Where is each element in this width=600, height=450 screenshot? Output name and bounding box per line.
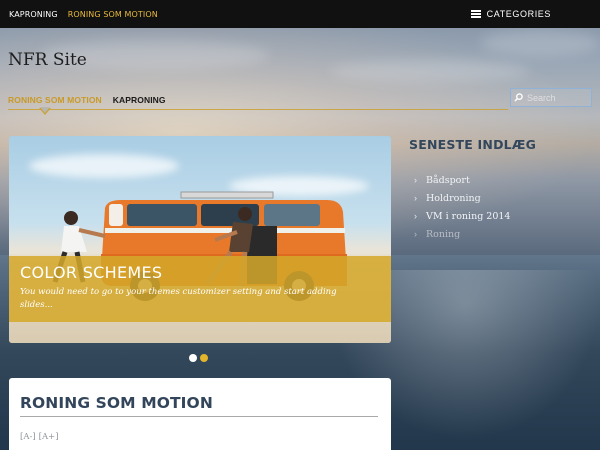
recent-post-item[interactable]: › Bådsport — [414, 171, 510, 189]
page-title: RONING SOM MOTION — [20, 394, 213, 412]
chevron-right-icon: › — [414, 211, 417, 221]
content-card: RONING SOM MOTION [A-] [A+] — [9, 378, 391, 450]
recent-post-link[interactable]: Bådsport — [426, 175, 470, 186]
search-box[interactable] — [510, 88, 592, 107]
chevron-right-icon: › — [414, 175, 417, 185]
slider-dot-2[interactable] — [200, 354, 208, 362]
chevron-right-icon: › — [414, 193, 417, 203]
recent-post-item[interactable]: › VM i roning 2014 — [414, 207, 510, 225]
recent-post-item[interactable]: › Holdroning — [414, 189, 510, 207]
title-divider — [20, 416, 378, 417]
recent-post-link[interactable]: Roning — [426, 229, 460, 240]
top-nav-item-kaproning[interactable]: KAPRONING — [9, 10, 58, 19]
background-cloud — [330, 60, 530, 82]
hamburger-menu-icon — [470, 10, 481, 18]
recent-posts-list: › Bådsport › Holdroning › VM i roning 20… — [414, 171, 510, 243]
active-nav-indicator — [39, 107, 51, 115]
site-title[interactable]: NFR Site — [8, 50, 87, 70]
search-icon — [514, 93, 523, 102]
font-size-controls: [A-] [A+] — [20, 432, 380, 442]
categories-label: CATEGORIES — [486, 9, 551, 19]
slide-title[interactable]: COLOR SCHEMES — [20, 263, 380, 282]
recent-post-link[interactable]: Holdroning — [426, 193, 481, 204]
secondary-navigation: RONING SOM MOTION KAPRONING — [8, 95, 166, 105]
recent-posts-title: SENESTE INDLÆG — [409, 137, 537, 152]
recent-post-link[interactable]: VM i roning 2014 — [426, 211, 510, 222]
top-navigation: KAPRONING RONING SOM MOTION — [9, 10, 158, 19]
background-cloud — [480, 30, 600, 56]
top-nav-item-roning-som-motion[interactable]: RONING SOM MOTION — [68, 10, 158, 19]
slider-dot-1[interactable] — [189, 354, 197, 362]
font-decrease-button[interactable]: [A-] — [20, 432, 36, 442]
navigation-divider — [8, 109, 508, 110]
categories-button[interactable]: CATEGORIES — [470, 9, 591, 19]
font-increase-button[interactable]: [A+] — [39, 432, 59, 442]
top-bar: KAPRONING RONING SOM MOTION CATEGORIES — [0, 0, 600, 28]
search-input[interactable] — [527, 92, 587, 103]
featured-slider[interactable]: COLOR SCHEMES You would need to go to yo… — [9, 136, 391, 343]
slider-pagination — [189, 354, 208, 362]
slide-description: You would need to go to your themes cust… — [20, 287, 337, 310]
slide-caption: COLOR SCHEMES You would need to go to yo… — [9, 256, 391, 322]
chevron-right-icon: › — [414, 229, 417, 239]
secondary-nav-item-roning-som-motion[interactable]: RONING SOM MOTION — [8, 95, 102, 105]
secondary-nav-item-kaproning[interactable]: KAPRONING — [113, 95, 166, 105]
recent-post-item[interactable]: › Roning — [414, 225, 510, 243]
